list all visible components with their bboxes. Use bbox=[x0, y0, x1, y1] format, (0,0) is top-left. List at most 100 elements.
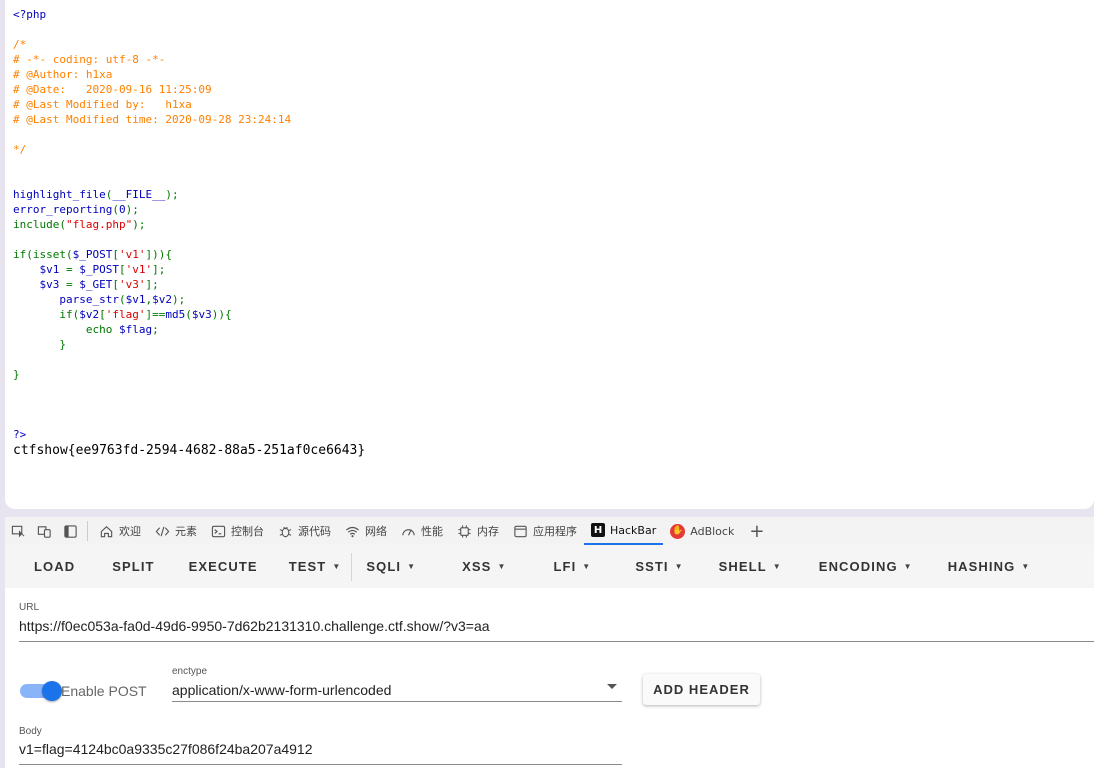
code-token: highlight_file bbox=[13, 188, 106, 201]
code-token: */ bbox=[13, 143, 27, 156]
code-line: # @Author: h1xa bbox=[13, 67, 291, 82]
tab-label: 源代码 bbox=[298, 525, 331, 538]
hashing-button[interactable]: HASHING ▼ bbox=[948, 545, 1031, 588]
code-line: */ bbox=[13, 142, 291, 157]
devtools-tab-bar: 欢迎 元素 控制台 源代码 网络 性能 内存 应用程序 H HackBar ✋ AdBlock + bbox=[5, 517, 1094, 545]
caret-down-icon: ▼ bbox=[1021, 562, 1031, 571]
split-button[interactable]: SPLIT bbox=[112, 545, 154, 588]
tab-hackbar[interactable]: H HackBar bbox=[584, 517, 664, 545]
tab-adblock[interactable]: ✋ AdBlock bbox=[663, 517, 741, 545]
code-token: = bbox=[66, 278, 80, 291]
code-token: /* bbox=[13, 38, 27, 51]
home-icon bbox=[99, 524, 114, 539]
ssti-button[interactable]: SSTI ▼ bbox=[635, 545, 683, 588]
lfi-button[interactable]: LFI ▼ bbox=[553, 545, 591, 588]
device-emulation-icon[interactable] bbox=[31, 517, 57, 545]
shell-button[interactable]: SHELL ▼ bbox=[719, 545, 782, 588]
toggle-knob[interactable] bbox=[42, 681, 62, 701]
body-label: Body bbox=[19, 726, 42, 737]
caret-down-icon: ▼ bbox=[582, 562, 592, 571]
tab-memory[interactable]: 内存 bbox=[450, 517, 506, 545]
code-token: ])){ bbox=[145, 248, 172, 261]
code-token: = bbox=[66, 263, 80, 276]
sqli-button[interactable]: SQLI ▼ bbox=[366, 545, 416, 588]
window-icon bbox=[513, 524, 528, 539]
tab-welcome[interactable]: 欢迎 bbox=[92, 517, 148, 545]
sidebar-toggle-icon[interactable] bbox=[57, 517, 83, 545]
caret-down-icon: ▼ bbox=[772, 562, 782, 571]
menu-label: HASHING bbox=[947, 559, 1016, 574]
code-token: ]== bbox=[145, 308, 166, 321]
code-token: ( bbox=[118, 293, 126, 306]
tab-label: AdBlock bbox=[690, 524, 735, 538]
code-token: $v1 bbox=[39, 263, 66, 276]
code-line: include("flag.php"); bbox=[13, 217, 291, 232]
enable-post-toggle[interactable] bbox=[20, 681, 62, 701]
menu-label: SQLI bbox=[366, 559, 402, 574]
code-token: ( bbox=[112, 203, 119, 216]
code-token: $_POST bbox=[79, 263, 119, 276]
code-token: ]; bbox=[152, 263, 166, 276]
encoding-button[interactable]: ENCODING ▼ bbox=[819, 545, 913, 588]
more-tools-icon[interactable]: + bbox=[741, 521, 772, 542]
menu-label: LFI bbox=[553, 559, 577, 574]
flag-output: ctfshow{ee9763fd-2594-4682-88a5-251af0ce… bbox=[13, 443, 366, 458]
tab-console[interactable]: 控制台 bbox=[204, 517, 271, 545]
menu-label: EXECUTE bbox=[188, 559, 258, 574]
hackbar-menu: LOAD SPLIT EXECUTE TEST ▼ SQLI ▼ XSS ▼ LFI ▼ SSTI ▼ S… bbox=[5, 545, 1094, 588]
code-token: ( bbox=[59, 218, 66, 231]
url-input[interactable]: https://f0ec053a-fa0d-49d6-9950-7d62b213… bbox=[19, 618, 490, 634]
add-header-button[interactable]: ADD HEADER bbox=[643, 674, 760, 705]
tab-application[interactable]: 应用程序 bbox=[506, 517, 584, 545]
code-token: if(isset( bbox=[13, 248, 73, 261]
chip-icon bbox=[457, 524, 472, 539]
menu-divider bbox=[351, 552, 353, 581]
code-line: # @Date: 2020-09-16 11:25:09 bbox=[13, 82, 291, 97]
tab-elements[interactable]: 元素 bbox=[148, 517, 204, 545]
code-line: if($v2['flag']==md5($v3)){ bbox=[13, 307, 291, 322]
code-token: [ bbox=[112, 278, 119, 291]
code-token: # @Last Modified time: 2020-09-28 23:24:… bbox=[13, 113, 292, 126]
page-content: <?php /* # -*- coding: utf-8 -*- # @Author:… bbox=[5, 0, 1094, 509]
code-token: 'v1' bbox=[118, 248, 146, 261]
tab-sources[interactable]: 源代码 bbox=[271, 517, 338, 545]
tab-label: 元素 bbox=[175, 525, 197, 538]
body-input[interactable]: v1=flag=4124bc0a9335c27f086f24ba207a4912 bbox=[19, 741, 313, 757]
devtools-tabs: 欢迎 元素 控制台 源代码 网络 性能 内存 应用程序 H HackBar ✋ AdBlock bbox=[92, 517, 741, 545]
enctype-select[interactable]: application/x-www-form-urlencoded bbox=[172, 682, 391, 698]
code-line: } bbox=[13, 337, 291, 352]
code-line: echo $flag; bbox=[13, 322, 291, 337]
caret-down-icon: ▼ bbox=[332, 562, 342, 571]
chevron-down-icon[interactable] bbox=[607, 684, 617, 689]
code-line: } bbox=[13, 367, 291, 382]
code-icon bbox=[155, 524, 170, 539]
php-source-code: <?php /* # -*- coding: utf-8 -*- # @Author:… bbox=[13, 7, 291, 442]
load-button[interactable]: LOAD bbox=[34, 545, 75, 588]
inspect-element-icon[interactable] bbox=[5, 517, 31, 545]
test-button[interactable]: TEST ▼ bbox=[289, 545, 342, 588]
code-token: # @Date: 2020-09-16 11:25:09 bbox=[13, 83, 212, 96]
code-token: __FILE__ bbox=[112, 188, 166, 201]
tab-performance[interactable]: 性能 bbox=[394, 517, 450, 545]
caret-down-icon: ▼ bbox=[497, 562, 507, 571]
enctype-underline bbox=[172, 701, 622, 702]
menu-label: XSS bbox=[462, 559, 492, 574]
code-token: [ bbox=[99, 308, 106, 321]
code-line: # -*- coding: utf-8 -*- bbox=[13, 52, 291, 67]
code-token: "flag.php" bbox=[65, 218, 133, 231]
gauge-icon bbox=[401, 524, 416, 539]
menu-label: SSTI bbox=[635, 559, 669, 574]
code-token: # @Author: h1xa bbox=[13, 68, 113, 81]
tab-network[interactable]: 网络 bbox=[338, 517, 394, 545]
code-token: 'v1' bbox=[125, 263, 153, 276]
code-token: 0 bbox=[118, 203, 126, 216]
xss-button[interactable]: XSS ▼ bbox=[462, 545, 506, 588]
execute-button[interactable]: EXECUTE bbox=[189, 545, 258, 588]
